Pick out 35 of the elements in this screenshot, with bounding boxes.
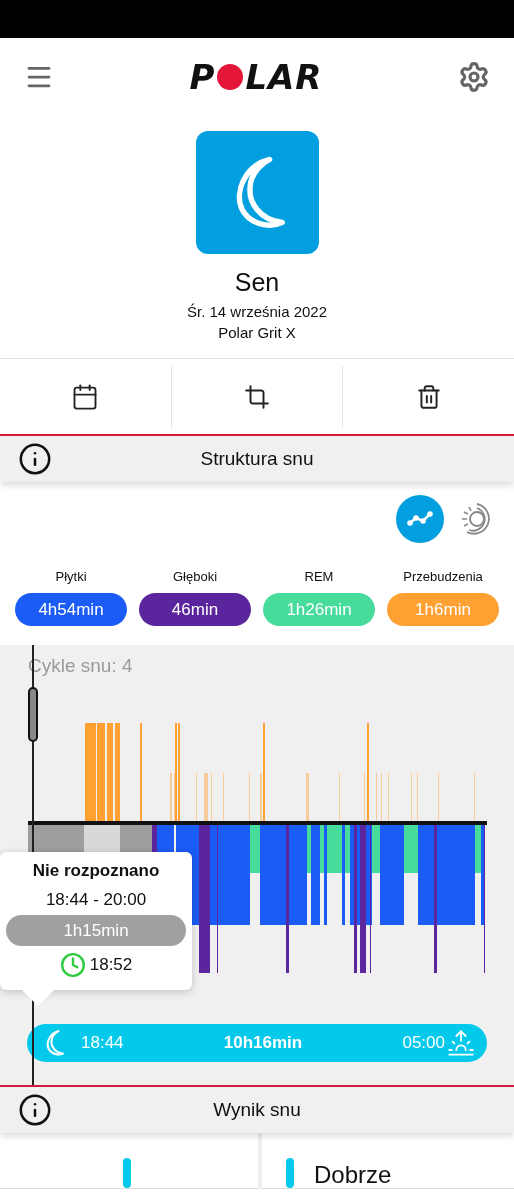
tooltip-time: 18:52 [89, 955, 133, 975]
info-button[interactable] [18, 1093, 52, 1127]
rings-icon [460, 503, 492, 535]
stage-label: REM [304, 569, 334, 584]
device-name: Polar Grit X [218, 324, 296, 341]
start-time: 18:44 [81, 1033, 124, 1053]
stage-label: Przebudzenia [403, 569, 483, 584]
view-toggle-button[interactable] [396, 495, 444, 543]
score-bar [286, 1158, 294, 1188]
score-label: Dobrze [314, 1161, 392, 1189]
end-time: 05:00 [402, 1033, 445, 1053]
trash-icon [415, 383, 442, 410]
line-graph-icon [407, 510, 433, 528]
section-title: Wynik snu [213, 1099, 301, 1121]
tooltip-range: 18:44 - 20:00 [45, 890, 147, 910]
total-duration: 10h16min [223, 1033, 303, 1053]
stage-duration: 1h26min [263, 593, 375, 626]
tooltip-duration: 1h15min [6, 915, 186, 946]
score-bar [123, 1158, 131, 1188]
tooltip-title: Nie rozpoznano [32, 861, 160, 881]
info-button[interactable] [18, 442, 52, 476]
activity-date: Śr. 14 września 2022 [186, 303, 328, 320]
section-title: Struktura snu [200, 448, 314, 470]
cursor-handle[interactable] [28, 687, 38, 742]
activity-title: Sen [234, 268, 280, 297]
clock-icon [59, 952, 86, 978]
stage-duration: 4h54min [15, 593, 127, 626]
stage-duration: 1h6min [387, 593, 499, 626]
stage-label: Płytki [55, 569, 87, 584]
stage-label: Głęboki [172, 569, 218, 584]
settings-button[interactable] [458, 60, 490, 93]
polar-logo: P LAR [189, 59, 323, 94]
sunrise-icon [447, 1029, 475, 1057]
stage-duration: 46min [139, 593, 251, 626]
crop-icon [244, 383, 270, 410]
